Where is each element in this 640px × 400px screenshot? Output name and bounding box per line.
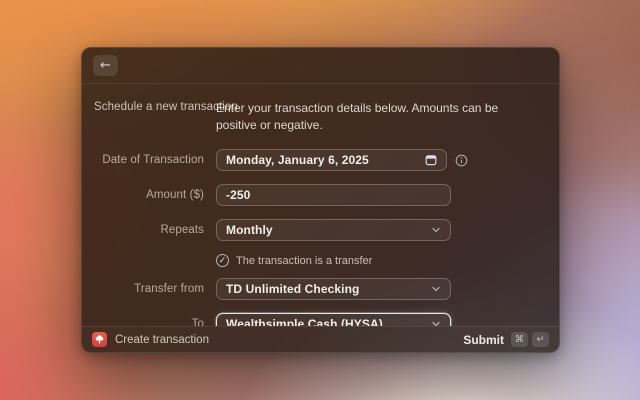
amount-row: Amount ($) -250: [94, 184, 547, 206]
back-arrow-icon: ←: [100, 59, 111, 72]
transfer-to-dropdown[interactable]: Wealthsimple Cash (HYSA): [216, 313, 451, 326]
section-description: Enter your transaction details below. Am…: [216, 100, 536, 134]
transfer-from-dropdown[interactable]: TD Unlimited Checking: [216, 278, 451, 300]
amount-input[interactable]: -250: [216, 184, 451, 206]
schedule-transaction-modal: ← Schedule a new transaction Enter your …: [81, 47, 560, 353]
modal-header: ←: [82, 48, 559, 84]
date-input[interactable]: Monday, January 6, 2025: [216, 149, 447, 171]
transfer-from-row: Transfer from TD Unlimited Checking: [94, 278, 547, 300]
chevron-down-icon: [431, 319, 441, 326]
submit-shortcut: ⌘ ↵: [511, 332, 549, 347]
date-value: Monday, January 6, 2025: [226, 153, 419, 167]
info-icon[interactable]: [455, 154, 468, 167]
modal-footer: Create transaction Submit ⌘ ↵: [82, 326, 559, 352]
transfer-from-label: Transfer from: [94, 283, 204, 295]
transfer-checkbox[interactable]: ✓ The transaction is a transfer: [216, 254, 451, 267]
checkbox-checked-icon: ✓: [216, 254, 229, 267]
transfer-to-value: Wealthsimple Cash (HYSA): [226, 317, 425, 326]
repeats-label: Repeats: [94, 224, 204, 236]
transfer-from-value: TD Unlimited Checking: [226, 282, 425, 296]
repeats-value: Monthly: [226, 223, 425, 237]
amount-label: Amount ($): [94, 189, 204, 201]
repeats-dropdown[interactable]: Monthly: [216, 219, 451, 241]
date-label: Date of Transaction: [94, 154, 204, 166]
amount-value: -250: [226, 188, 441, 202]
calendar-icon[interactable]: [425, 154, 437, 166]
return-key-icon: ↵: [532, 332, 549, 347]
chevron-down-icon: [431, 284, 441, 294]
transfer-checkbox-row: ✓ The transaction is a transfer: [94, 254, 547, 267]
transfer-to-label: To: [94, 318, 204, 326]
transfer-checkbox-label: The transaction is a transfer: [236, 255, 372, 267]
back-button[interactable]: ←: [93, 55, 118, 76]
repeats-row: Repeats Monthly: [94, 219, 547, 241]
form-section-row: Schedule a new transaction Enter your tr…: [94, 100, 547, 134]
section-label: Schedule a new transaction: [94, 100, 204, 113]
footer-action-label: Create transaction: [115, 334, 209, 346]
submit-button[interactable]: Submit: [463, 333, 504, 347]
chevron-down-icon: [431, 225, 441, 235]
transaction-form: Schedule a new transaction Enter your tr…: [82, 84, 559, 326]
date-row: Date of Transaction Monday, January 6, 2…: [94, 149, 547, 171]
transfer-to-row: To Wealthsimple Cash (HYSA): [94, 313, 547, 326]
command-key-icon: ⌘: [511, 332, 528, 347]
app-tree-icon: [92, 332, 107, 347]
